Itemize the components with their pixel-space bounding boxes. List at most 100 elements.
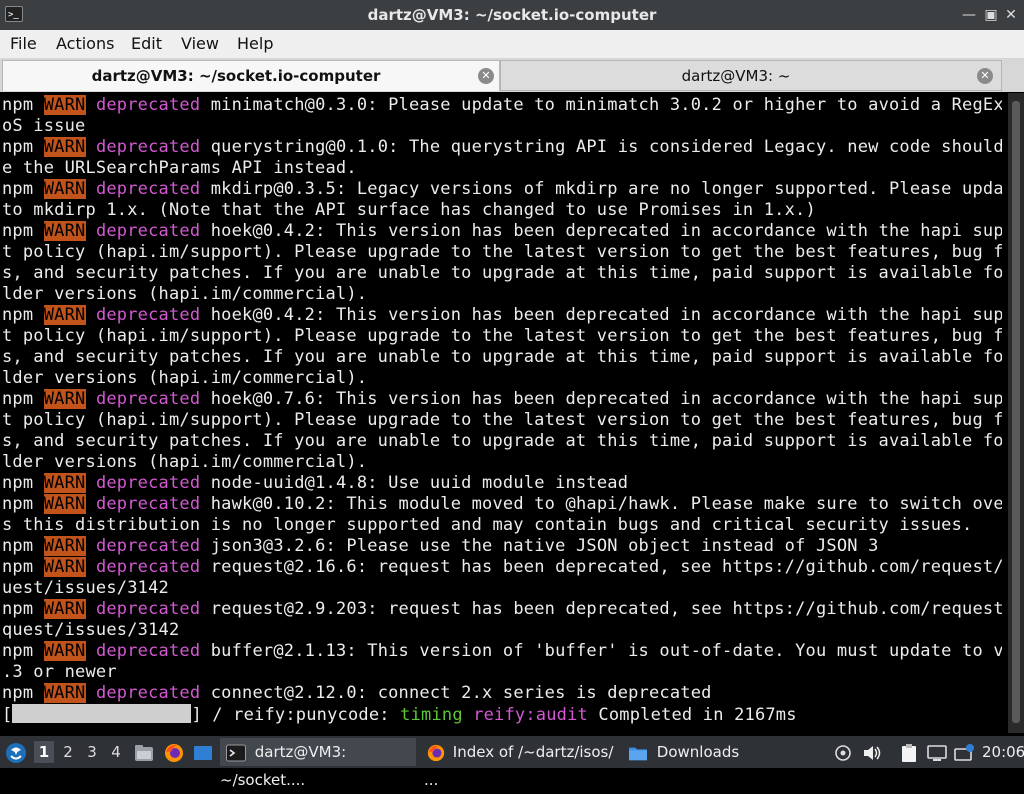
menu-actions[interactable]: Actions	[56, 30, 114, 58]
volume-icon[interactable]	[862, 736, 882, 768]
terminal-line: npm WARN deprecated hoek@0.4.2: This ver…	[2, 305, 1002, 326]
terminal-line: to mkdirp 1.x. (Note that the API surfac…	[2, 200, 1002, 221]
warning-message: request@2.16.6: request has been depreca…	[200, 557, 1002, 577]
tab-socket-io-computer[interactable]: dartz@VM3: ~/socket.io-computer ✕	[2, 60, 500, 91]
close-icon[interactable]: ✕	[1003, 7, 1019, 23]
workspace-1[interactable]: 1	[34, 741, 54, 763]
continuation-text: to mkdirp 1.x. (Note that the API surfac…	[2, 200, 816, 220]
tab-close-icon[interactable]: ✕	[478, 68, 494, 84]
warn-badge: WARN	[43, 473, 86, 493]
deprecated-label: deprecated	[95, 536, 201, 556]
terminal-line: quest/issues/3142	[2, 620, 1002, 641]
deprecated-label: deprecated	[95, 473, 201, 493]
terminal-line: npm WARN deprecated connect@2.12.0: conn…	[2, 683, 1002, 704]
warning-message: hawk@0.10.2: This module moved to @hapi/…	[200, 494, 1002, 514]
notification-icon[interactable]	[834, 736, 852, 768]
terminal-line: s, and security patches. If you are unab…	[2, 431, 1002, 452]
window-titlebar[interactable]: >_ dartz@VM3: ~/socket.io-computer — ▣ ✕	[0, 0, 1024, 30]
terminal-line: npm WARN deprecated request@2.9.203: req…	[2, 599, 1002, 620]
minimize-icon[interactable]: —	[961, 7, 977, 23]
show-desktop-icon[interactable]	[192, 736, 214, 768]
npm-prefix: npm	[2, 137, 44, 157]
progress-step: ] / reify:punycode:	[191, 705, 401, 725]
terminal-line: s this distribution is no longer support…	[2, 515, 1002, 536]
terminal-line: oS issue	[2, 116, 1002, 137]
warn-badge: WARN	[43, 557, 86, 577]
continuation-text: s, and security patches. If you are unab…	[2, 431, 1002, 451]
warning-message: minimatch@0.3.0: Please update to minima…	[200, 95, 1002, 115]
deprecated-label: deprecated	[95, 683, 201, 703]
terminal-output[interactable]: npm WARN deprecated minimatch@0.3.0: Ple…	[0, 93, 1008, 733]
warning-message: buffer@2.1.13: This version of 'buffer' …	[200, 641, 1002, 661]
terminal-line: npm WARN deprecated hoek@0.4.2: This ver…	[2, 221, 1002, 242]
network-icon[interactable]	[953, 736, 975, 768]
workspace-2[interactable]: 2	[58, 741, 78, 763]
terminal-line: npm WARN deprecated hoek@0.7.6: This ver…	[2, 389, 1002, 410]
terminal-line: npm WARN deprecated buffer@2.1.13: This …	[2, 641, 1002, 662]
continuation-text: quest/issues/3142	[2, 620, 180, 640]
npm-prefix: npm	[2, 179, 44, 199]
tab-close-icon[interactable]: ✕	[977, 68, 993, 84]
terminal-scrollbar[interactable]	[1008, 93, 1024, 733]
maximize-icon[interactable]: ▣	[983, 7, 999, 23]
workspace-3[interactable]: 3	[82, 741, 102, 763]
warn-badge: WARN	[43, 683, 86, 703]
menu-view[interactable]: View	[181, 30, 219, 58]
firefox-launcher-icon[interactable]	[163, 736, 185, 768]
file-manager-launcher-icon[interactable]	[133, 736, 155, 768]
npm-prefix: npm	[2, 536, 44, 556]
npm-prefix: npm	[2, 221, 44, 241]
window-title: dartz@VM3: ~/socket.io-computer	[367, 6, 657, 24]
terminal-line: npm WARN deprecated querystring@0.1.0: T…	[2, 137, 1002, 158]
deprecated-label: deprecated	[95, 641, 201, 661]
terminal-line: lder versions (hapi.im/commercial).	[2, 284, 1002, 305]
continuation-text: s, and security patches. If you are unab…	[2, 347, 1002, 367]
continuation-text: .3 or newer	[2, 662, 117, 682]
continuation-text: e the URLSearchParams API instead.	[2, 158, 357, 178]
menu-help[interactable]: Help	[237, 30, 273, 58]
clipboard-icon[interactable]	[899, 736, 919, 768]
warn-badge: WARN	[43, 641, 86, 661]
warning-message: node-uuid@1.4.8: Use uuid module instead	[200, 473, 629, 493]
continuation-text: t policy (hapi.im/support). Please upgra…	[2, 410, 1002, 430]
terminal-line: s, and security patches. If you are unab…	[2, 347, 1002, 368]
task-downloads[interactable]: Downloads	[626, 738, 822, 766]
menu-file[interactable]: File	[10, 30, 37, 58]
menu-edit[interactable]: Edit	[131, 30, 162, 58]
terminal-line: npm WARN deprecated node-uuid@1.4.8: Use…	[2, 473, 1002, 494]
display-icon[interactable]	[927, 736, 947, 768]
deprecated-label: deprecated	[95, 137, 201, 157]
continuation-text: uest/issues/3142	[2, 578, 169, 598]
terminal-line: npm WARN deprecated hawk@0.10.2: This mo…	[2, 494, 1002, 515]
terminal-line: lder versions (hapi.im/commercial).	[2, 368, 1002, 389]
npm-prefix: npm	[2, 95, 44, 115]
tab-home[interactable]: dartz@VM3: ~ ✕	[500, 60, 1002, 91]
deprecated-label: deprecated	[95, 389, 201, 409]
task-terminal[interactable]: dartz@VM3: ~/socket....	[220, 738, 416, 789]
terminal-icon	[226, 744, 246, 761]
warning-message: hoek@0.7.6: This version has been deprec…	[200, 389, 1002, 409]
deprecated-label: deprecated	[95, 221, 201, 241]
npm-prefix: npm	[2, 494, 44, 514]
terminal-line: npm WARN deprecated request@2.16.6: requ…	[2, 557, 1002, 578]
deprecated-label: deprecated	[95, 494, 201, 514]
clock[interactable]: 20:06	[982, 736, 1024, 768]
start-menu-icon[interactable]	[4, 736, 28, 768]
terminal-line: e the URLSearchParams API instead.	[2, 158, 1002, 179]
task-firefox[interactable]: Index of /~dartz/isos/ ...	[424, 738, 620, 789]
continuation-text: s this distribution is no longer support…	[2, 515, 973, 535]
terminal-line: t policy (hapi.im/support). Please upgra…	[2, 326, 1002, 347]
warn-badge: WARN	[43, 179, 86, 199]
taskbar: 1 2 3 4 dartz@VM3: ~/socket.... Index of…	[0, 736, 1024, 789]
continuation-text: lder versions (hapi.im/commercial).	[2, 452, 368, 472]
warn-badge: WARN	[43, 305, 86, 325]
scrollbar-thumb[interactable]	[1012, 101, 1020, 723]
workspace-4[interactable]: 4	[106, 741, 126, 763]
deprecated-label: deprecated	[95, 179, 201, 199]
